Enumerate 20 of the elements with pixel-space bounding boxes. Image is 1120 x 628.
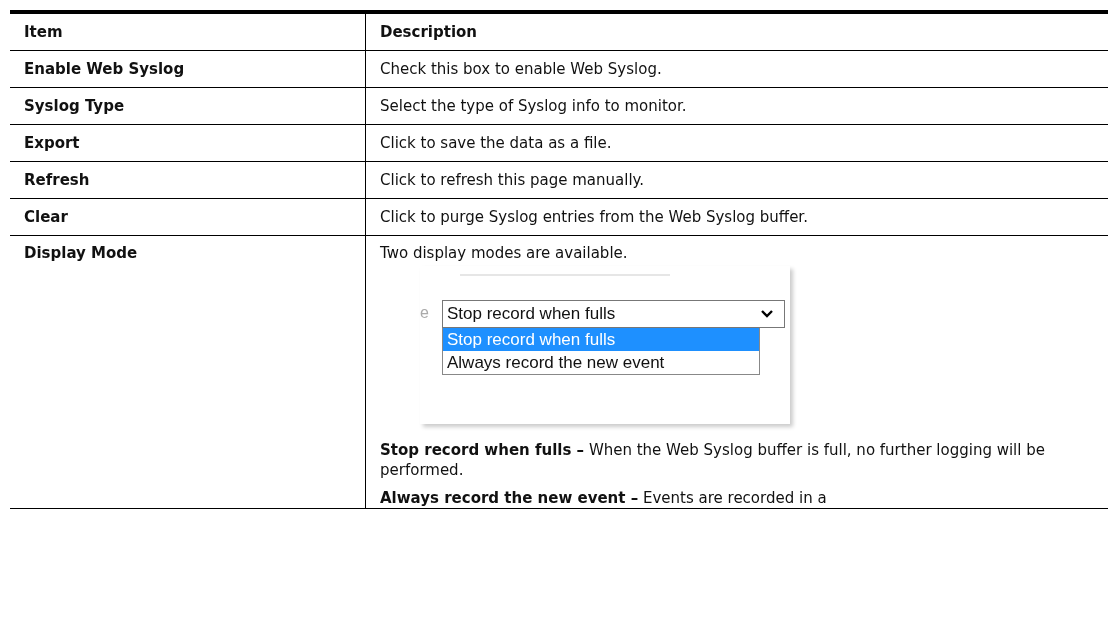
item-name: Clear	[24, 208, 68, 226]
item-name: Refresh	[24, 171, 90, 189]
dropdown-option[interactable]: Always record the new event	[443, 351, 759, 374]
dropdown-select[interactable]: Stop record when fulls	[442, 300, 785, 328]
item-name: Export	[24, 134, 80, 152]
chevron-down-icon	[760, 309, 774, 319]
item-name: Enable Web Syslog	[24, 60, 185, 78]
item-name: Display Mode	[24, 244, 138, 262]
description-text: Click to purge Syslog entries from the Web Syslog buffer.	[380, 208, 809, 226]
description-text: Click to refresh this page manually.	[380, 171, 646, 189]
description-text: Check this box to enable Web Syslog.	[380, 60, 663, 78]
column-header: Description	[365, 12, 1108, 51]
mode-description: Stop record when fulls – When the Web Syslog buffer is full, no further logging will be performed.	[380, 440, 1046, 480]
description-text: Click to save the data as a file.	[380, 134, 613, 152]
description-text: Two display modes are available.	[380, 244, 629, 262]
label-fragment: e	[420, 303, 430, 322]
mode-description: Always record the new event – Events are recorded in a	[380, 488, 828, 508]
description-text: Select the type of Syslog info to monitor.	[380, 97, 688, 115]
column-header: Item	[10, 12, 366, 51]
item-name: Syslog Type	[24, 97, 125, 115]
